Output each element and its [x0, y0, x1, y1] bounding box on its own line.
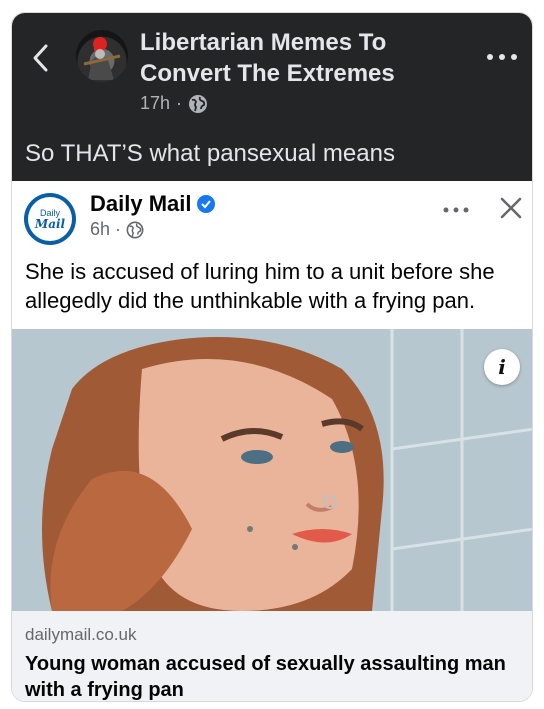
publisher-name[interactable]: Daily Mail	[90, 191, 191, 217]
group-avatar[interactable]	[76, 30, 128, 82]
post-caption: So THAT’S what pansexual means	[25, 140, 395, 167]
woman-portrait-image	[12, 329, 532, 611]
link-headline[interactable]: Young woman accused of sexually assaulti…	[25, 651, 520, 701]
group-post-header: Libertarian Memes To Convert The Extreme…	[12, 13, 532, 181]
publisher-avatar[interactable]: Daily Mail	[24, 193, 76, 245]
link-preview[interactable]: dailymail.co.uk Young woman accused of s…	[12, 611, 532, 701]
close-button[interactable]	[498, 195, 524, 221]
close-icon	[500, 197, 522, 219]
globe-icon	[189, 94, 208, 113]
info-button[interactable]: i	[484, 349, 520, 385]
group-name[interactable]: Libertarian Memes To Convert The Extreme…	[140, 27, 440, 89]
verified-badge-icon	[197, 195, 216, 213]
globe-icon	[126, 221, 144, 238]
more-dots-icon	[487, 54, 517, 60]
link-domain: dailymail.co.uk	[25, 625, 137, 644]
publisher-name-row: Daily Mail	[90, 191, 216, 217]
shared-post-text: She is accused of luring him to a unit b…	[25, 259, 495, 313]
more-options-button[interactable]	[482, 47, 522, 67]
post-frame: Libertarian Memes To Convert The Extreme…	[11, 12, 533, 702]
group-post-meta: 17h ·	[140, 93, 208, 114]
post-time: 17h	[140, 93, 171, 113]
logo-line-2: Mail	[34, 217, 66, 231]
shared-post-time: 6h	[90, 219, 111, 239]
shared-more-options-button[interactable]	[440, 203, 472, 217]
shared-meta-separator: ·	[115, 219, 122, 239]
more-dots-icon	[443, 207, 469, 213]
article-photo[interactable]: i	[12, 329, 532, 611]
dailymail-logo: Daily Mail	[28, 197, 72, 241]
back-button[interactable]	[30, 43, 52, 73]
meta-separator: ·	[176, 93, 183, 113]
shared-post-card[interactable]: Daily Mail Daily Mail 6h · She is accuse…	[12, 181, 532, 701]
chevron-left-icon	[33, 44, 48, 72]
shared-post-meta: 6h ·	[90, 219, 144, 240]
skull-figure-icon	[83, 37, 121, 80]
